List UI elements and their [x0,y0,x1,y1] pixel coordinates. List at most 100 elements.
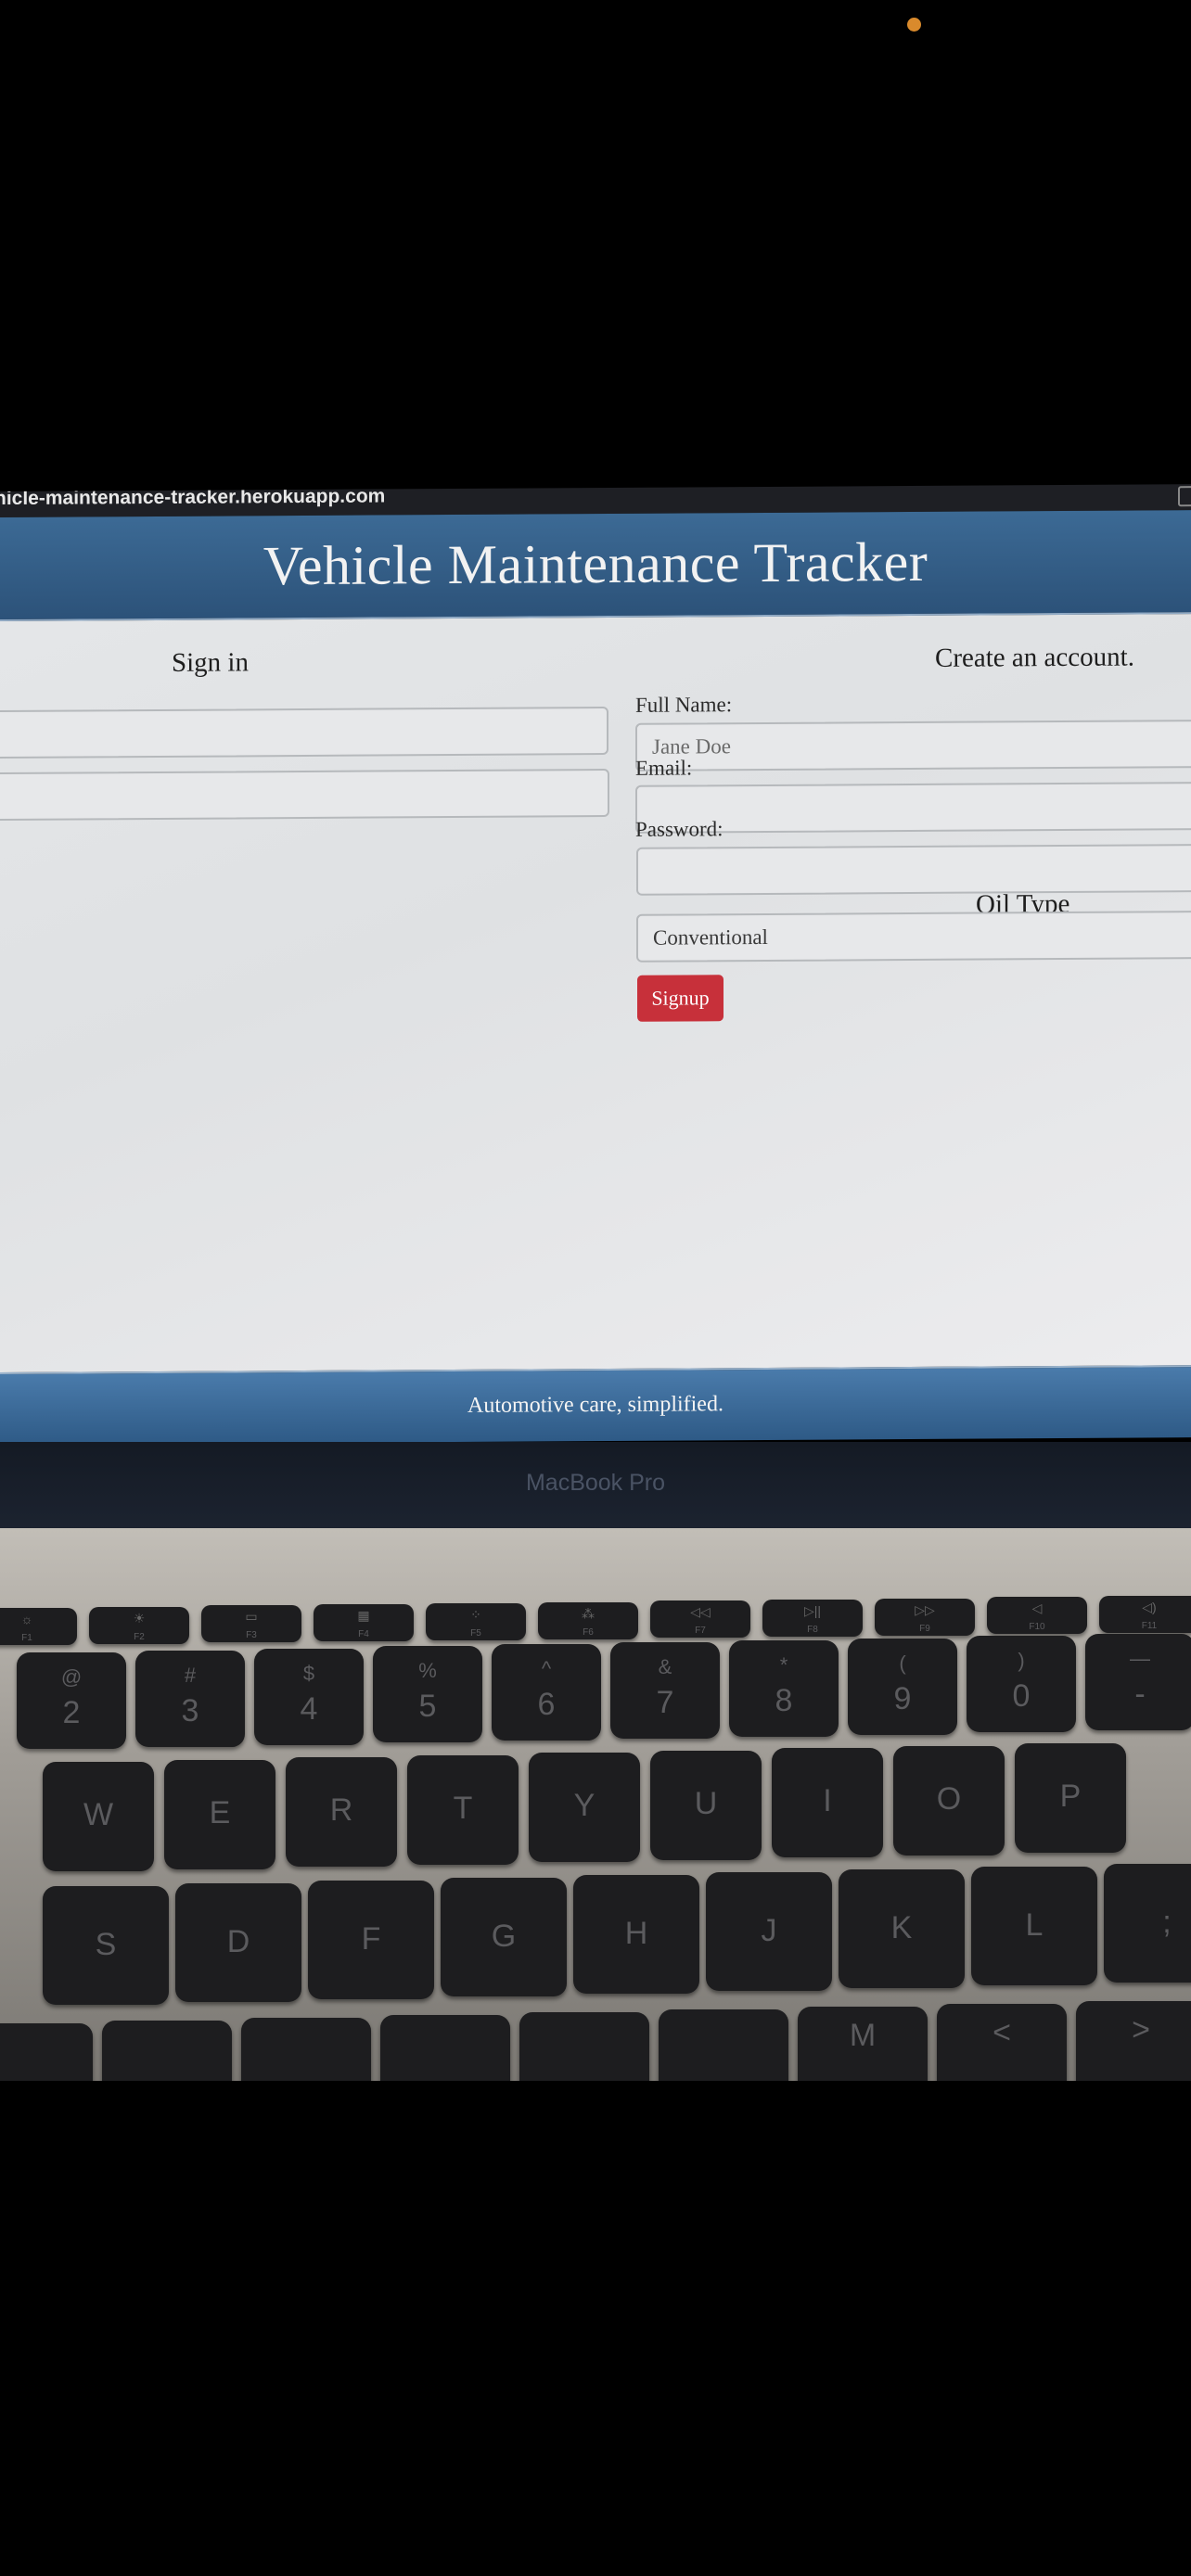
letter-key-p: P [1015,1743,1126,1853]
signup-button[interactable]: Signup [637,975,724,1022]
fn-icon: ⁘ [470,1606,481,1622]
letter-key-r: R [286,1757,397,1867]
key-label: Y [573,1788,596,1823]
letter-key-j: J [706,1872,832,1991]
bottom-row-key-9: > [1076,2001,1191,2081]
signup-heading: Create an account. [935,642,1134,673]
fn-key-f11: ◁) F11 [1099,1596,1191,1633]
share-icon[interactable] [1178,486,1191,507]
footer-tagline: Automotive care, simplified. [467,1392,724,1418]
fn-key-label: F8 [807,1624,818,1635]
number-key-2: @2 [17,1652,126,1749]
key-label: 4 [300,1690,318,1727]
oil-type-select[interactable]: Conventional [636,911,1191,963]
letter-key-k: K [839,1869,965,1988]
letter-key-d: D [175,1883,301,2002]
key-label: U [694,1785,718,1821]
main-content: Sign in Create an account. Full Name: Em… [0,614,1191,1372]
page-title: Vehicle Maintenance Tracker [263,530,928,597]
fn-key-label: F6 [583,1626,594,1638]
letter-key-s: S [43,1886,169,2005]
bottom-row-key-6 [659,2009,788,2081]
number-key-0: ) 0 [967,1636,1076,1733]
laptop-screen: hicle-maintenance-tracker.herokuapp.com … [0,484,1191,1447]
letter-key-e: E [164,1759,275,1869]
fn-key-f7: ◁◁ F7 [650,1600,750,1639]
fn-icon: ◁◁ [690,1604,711,1620]
key-label: 6 [537,1687,556,1723]
fn-icon: ◁ [1031,1600,1043,1616]
signin-heading: Sign in [172,647,249,678]
fn-key-f1: ☼ F1 [0,1608,77,1645]
fn-key-label: F1 [21,1633,32,1643]
fn-key-label: F11 [1141,1621,1158,1631]
letter-key-y: Y [529,1753,640,1862]
bottom-row-key-7: M [798,2007,928,2081]
fn-icon: ▭ [245,1609,258,1625]
fn-key-label: F10 [1029,1622,1045,1633]
key-label: P [1059,1779,1082,1814]
key-label: W [83,1797,114,1832]
email-label: Email: [635,756,693,780]
key-label: - [1134,1677,1146,1713]
camera-dot [907,18,921,32]
key-label: > [1132,2012,1150,2047]
letter-key-semicolon: ; [1104,1864,1191,1983]
letter-key-o: O [893,1745,1005,1855]
letter-key-f: F [308,1881,434,1999]
key-label: D [226,1924,250,1959]
number-key-3: #3 [135,1650,245,1747]
fn-key-label: F3 [246,1630,257,1641]
letter-key-h: H [573,1875,699,1994]
number-key-8: * 8 [729,1639,839,1737]
fn-icon: ▷▷ [915,1601,935,1617]
fn-key-f8: ▷|| F8 [762,1599,863,1637]
fn-key-f6: ⁂ F6 [538,1601,638,1639]
password-input[interactable] [636,844,1191,896]
fn-key-f10: ◁ F10 [987,1597,1087,1635]
site-header: Vehicle Maintenance Tracker [0,510,1191,621]
key-shift-label: @ [60,1665,83,1689]
key-shift-label: * [779,1652,788,1677]
number-key--: — - [1085,1634,1191,1731]
site-footer: Automotive care, simplified. [0,1365,1191,1445]
fn-icon: ☀ [133,1610,146,1626]
letter-key-t: T [407,1754,519,1865]
key-label: < [992,2015,1011,2050]
key-shift-label: — [1130,1647,1150,1671]
full-name-input[interactable] [635,720,1191,772]
bottom-row-key-8: < [937,2004,1067,2081]
password-label: Password: [635,817,724,841]
full-name-label: Full Name: [635,693,733,717]
url-text: hicle-maintenance-tracker.herokuapp.com [0,485,386,510]
key-shift-label: & [658,1655,672,1678]
key-label: F [361,1921,381,1957]
key-label: 9 [893,1680,912,1716]
key-label: J [761,1913,777,1948]
signin-password-input[interactable] [0,768,609,822]
fn-icon: ⁂ [582,1605,595,1621]
fn-icon: ▦ [357,1608,370,1624]
bottom-row-key-2 [102,2021,232,2081]
number-key-9: (9 [848,1638,957,1735]
signin-email-input[interactable] [0,706,608,759]
number-key-5: % 5 [373,1646,482,1743]
key-label: K [890,1910,913,1945]
key-label: R [329,1792,353,1828]
fn-key-label: F2 [134,1631,145,1642]
fn-key-f5: ⁘ F5 [426,1602,526,1640]
keyboard: ☼ F1 ☀ F2 ▭ F3 ▦ F4 ⁘ F5 ⁂ F6 ◁◁ F7 ▷|| F8 ▷▷ F 9 ◁ F10 ◁) F11… [0,1528,1191,2081]
key-label: 3 [181,1692,199,1728]
key-shift-label: ( [899,1651,906,1675]
number-key-7: & 7 [610,1642,720,1739]
key-label: M [849,2018,877,2053]
fn-icon: ☼ [20,1612,33,1626]
key-label: ; [1162,1905,1172,1940]
key-label: 7 [656,1685,674,1720]
key-label: 5 [418,1689,437,1725]
letter-key-i: I [772,1748,883,1857]
key-shift-label: ^ [541,1657,552,1681]
key-label: H [624,1916,648,1951]
fn-key-f2: ☀ F2 [89,1606,189,1644]
fn-key-label: F4 [358,1629,369,1640]
